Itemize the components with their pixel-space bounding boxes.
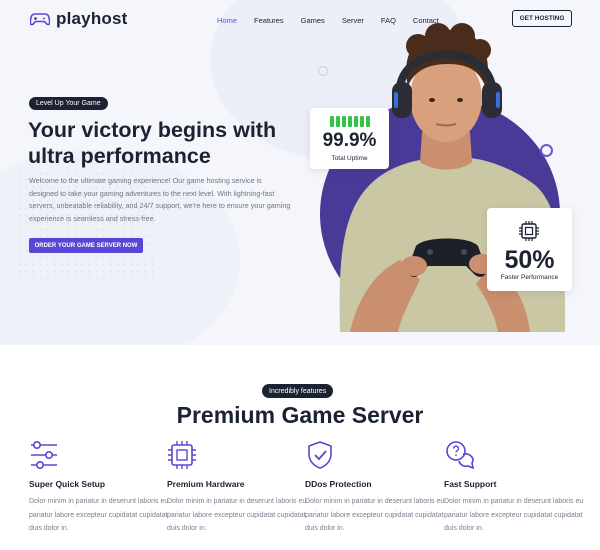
hero-section: playhost Home Features Games Server FAQ … xyxy=(0,0,600,345)
nav-features[interactable]: Features xyxy=(254,16,284,25)
feature-card: Premium Hardware Dolor minim in pariatur… xyxy=(167,440,307,536)
feature-text: Dolor minim in pariatur in deserunt labo… xyxy=(444,498,584,532)
feature-text: Dolor minim in pariatur in deserunt labo… xyxy=(167,498,307,532)
hero-description: Welcome to the ultimate gaming experienc… xyxy=(29,176,291,223)
nav-home[interactable]: Home xyxy=(217,16,237,25)
feature-title: Fast Support xyxy=(444,479,497,489)
uptime-value: 99.9% xyxy=(322,130,377,151)
order-server-button[interactable]: ORDER YOUR GAME SERVER NOW xyxy=(29,238,143,253)
cpu-chip-icon xyxy=(168,441,196,469)
gamepad-icon xyxy=(30,13,50,26)
decorative-ring xyxy=(318,66,328,76)
hero-title: Your victory begins with ultra performan… xyxy=(28,117,318,169)
performance-stat-card: 50% Faster Performance xyxy=(487,208,572,291)
cpu-chip-icon xyxy=(519,221,539,241)
feature-text: Dolor minim in pariatur in deserunt labo… xyxy=(305,498,445,532)
shield-check-icon xyxy=(308,441,332,469)
support-chat-icon xyxy=(446,441,475,470)
feature-card: DDos Protection Dolor minim in pariatur … xyxy=(305,440,445,536)
feature-title: DDos Protection xyxy=(305,479,372,489)
performance-value: 50% xyxy=(504,246,555,274)
uptime-bars xyxy=(330,116,370,127)
brand-name: playhost xyxy=(56,9,128,28)
features-title: Premium Game Server xyxy=(176,402,424,428)
hero-title-line2: ultra performance xyxy=(28,144,211,168)
feature-card: Fast Support Dolor minim in pariatur in … xyxy=(444,440,584,536)
feature-card: Super Quick Setup Dolor minim in pariatu… xyxy=(29,440,169,536)
feature-text: Dolor minim in pariatur in deserunt labo… xyxy=(29,498,169,532)
decorative-ring xyxy=(540,144,553,157)
feature-title: Super Quick Setup xyxy=(29,479,106,489)
nav-games[interactable]: Games xyxy=(301,16,325,25)
brand-logo[interactable]: playhost xyxy=(30,9,128,29)
performance-label: Faster Performance xyxy=(500,274,559,281)
uptime-label: Total Uptime xyxy=(331,155,368,162)
hero-title-line1: Your victory begins with xyxy=(28,118,277,142)
uptime-stat-card: 99.9% Total Uptime xyxy=(310,108,389,169)
sliders-icon xyxy=(31,440,57,469)
feature-title: Premium Hardware xyxy=(167,479,245,489)
features-badge: Incredibly features xyxy=(262,384,334,398)
hero-badge: Level Up Your Game xyxy=(29,97,108,110)
